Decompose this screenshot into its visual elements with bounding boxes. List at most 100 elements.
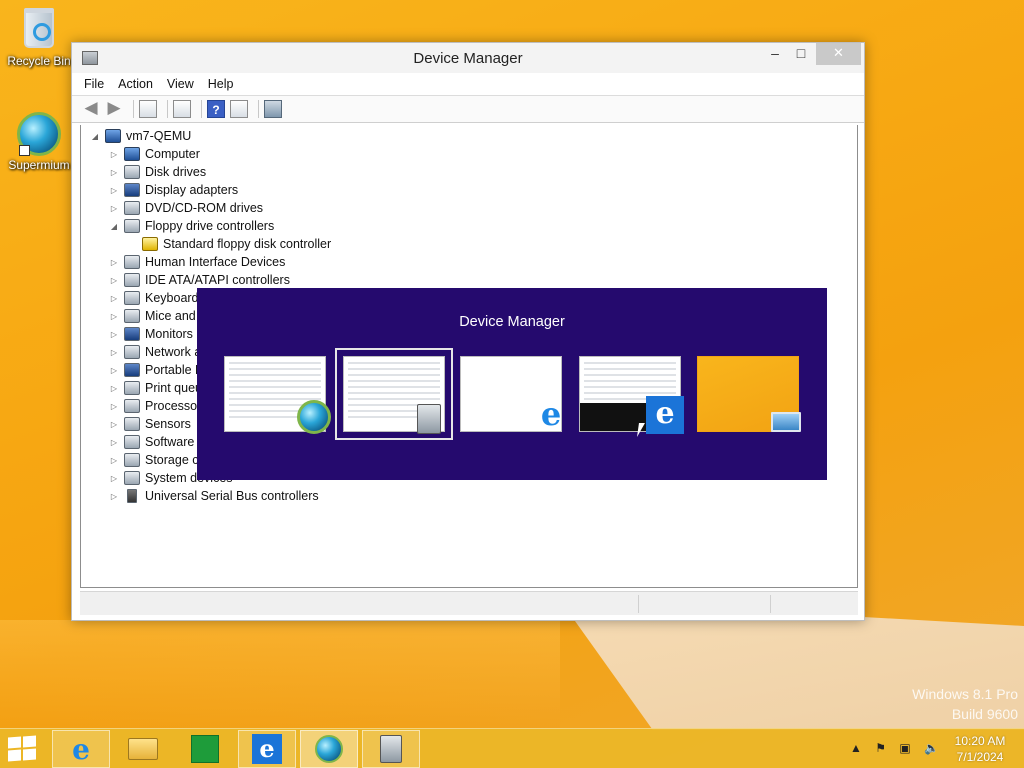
device-manager-icon [417, 404, 441, 434]
title-bar[interactable]: Device Manager – □ ✕ [72, 43, 864, 73]
action-pane-icon[interactable] [230, 100, 248, 118]
toolbar-separator [133, 100, 134, 118]
monitor-icon [124, 327, 140, 341]
back-arrow-icon[interactable]: ◀ [82, 99, 100, 118]
tree-item[interactable]: ▷ DVD/CD-ROM drives [108, 199, 263, 217]
taskbar-supermium[interactable] [300, 730, 358, 768]
tree-item-label: Software c [145, 435, 205, 449]
collapse-arrow-icon[interactable]: ◢ [108, 222, 120, 231]
internet-explorer-icon: e [540, 395, 562, 433]
taskbar-internet-explorer-2[interactable]: e [238, 730, 296, 768]
scan-hardware-changes-icon[interactable] [264, 100, 282, 118]
dvd-drive-icon [124, 201, 140, 215]
expand-arrow-icon[interactable]: ▷ [108, 420, 120, 429]
tree-item[interactable]: ▷ Disk drives [108, 163, 206, 181]
close-button[interactable]: ✕ [816, 43, 861, 65]
tree-item[interactable]: ◢ Floppy drive controllers [108, 217, 274, 235]
menu-help[interactable]: Help [208, 77, 234, 91]
action-center-flag-icon[interactable]: ⚑ [875, 741, 886, 755]
system-tray: ▲ ⚑ ▣ 🔈 [850, 741, 949, 755]
printer-icon [124, 381, 140, 395]
task-switcher-title: Device Manager [459, 314, 565, 330]
expand-arrow-icon[interactable]: ▷ [108, 492, 120, 501]
expand-arrow-icon[interactable]: ▷ [108, 150, 120, 159]
file-explorer-icon [128, 738, 158, 760]
tree-item[interactable]: ▷ Computer [108, 145, 200, 163]
menu-view[interactable]: View [167, 77, 194, 91]
disk-drive-icon [124, 165, 140, 179]
expand-arrow-icon[interactable]: ▷ [108, 402, 120, 411]
clock[interactable]: 10:20 AM 7/1/2024 [944, 733, 1016, 765]
help-icon[interactable]: ? [207, 100, 225, 118]
expand-arrow-icon[interactable]: ▷ [108, 438, 120, 447]
tree-item[interactable]: ▷ Storage co [108, 451, 205, 469]
taskbar-file-explorer[interactable] [114, 730, 172, 768]
tree-item[interactable]: ▷ Universal Serial Bus controllers [108, 487, 319, 505]
tree-item-label: Human Interface Devices [145, 255, 286, 269]
forward-arrow-icon[interactable]: ▶ [105, 99, 123, 118]
maximize-button[interactable]: □ [786, 43, 816, 65]
computer-icon [105, 129, 121, 143]
desktop-icon-supermium[interactable]: Supermium [4, 112, 74, 172]
expand-arrow-icon[interactable]: ▷ [108, 456, 120, 465]
sensor-icon [124, 417, 140, 431]
tree-item[interactable]: ▷ Display adapters [108, 181, 238, 199]
properties-icon[interactable] [173, 100, 191, 118]
internet-explorer-tile-icon: e [646, 396, 684, 434]
processor-icon [124, 399, 140, 413]
tree-item[interactable]: ▷ IDE ATA/ATAPI controllers [108, 271, 290, 289]
device-manager-icon [380, 735, 402, 763]
taskbar-store[interactable] [176, 730, 234, 768]
expand-arrow-icon[interactable]: ▷ [108, 474, 120, 483]
expand-arrow-icon[interactable]: ▷ [108, 276, 120, 285]
software-component-icon [124, 435, 140, 449]
windows-watermark: Windows 8.1 Pro Build 9600 [912, 684, 1018, 724]
tree-item[interactable]: ▷ Monitors [108, 325, 193, 343]
menu-file[interactable]: File [84, 77, 104, 91]
expand-arrow-icon[interactable]: ▷ [108, 330, 120, 339]
expand-arrow-icon[interactable]: ▷ [108, 258, 120, 267]
clock-time: 10:20 AM [954, 734, 1006, 748]
taskbar-internet-explorer[interactable]: e [52, 730, 110, 768]
volume-muted-icon[interactable]: 🔈 [924, 741, 939, 755]
tree-item[interactable]: ▷ Software c [108, 433, 204, 451]
tree-item-label: Network a [145, 345, 202, 359]
system-device-icon [124, 471, 140, 485]
show-hide-console-tree-icon[interactable] [139, 100, 157, 118]
mouse-cursor [637, 423, 645, 437]
expand-arrow-icon[interactable]: ▷ [108, 204, 120, 213]
storage-controller-icon [124, 453, 140, 467]
show-hidden-icons-icon[interactable]: ▲ [850, 741, 862, 755]
expand-arrow-icon[interactable]: ▷ [108, 348, 120, 357]
tree-item[interactable]: ▷ Human Interface Devices [108, 253, 285, 271]
tree-item[interactable]: ▷ Processors [108, 397, 208, 415]
expand-arrow-icon[interactable]: ▷ [108, 186, 120, 195]
tree-child-item[interactable]: Standard floppy disk controller [142, 235, 331, 253]
store-icon [191, 735, 219, 763]
tree-item[interactable]: ▷ Print queu [108, 379, 202, 397]
menu-action[interactable]: Action [118, 77, 153, 91]
expand-arrow-icon[interactable]: ▷ [108, 294, 120, 303]
expand-arrow-icon[interactable]: ▷ [108, 366, 120, 375]
network-icon[interactable]: ▣ [899, 741, 910, 755]
collapse-arrow-icon[interactable]: ◢ [89, 132, 101, 141]
internet-explorer-icon: e [72, 732, 90, 766]
mouse-icon [124, 309, 140, 323]
desktop-icon [771, 412, 801, 432]
tree-item-label: Keyboards [145, 291, 205, 305]
desktop-icon-recycle-bin[interactable]: Recycle Bin [4, 8, 74, 68]
taskbar-device-manager[interactable] [362, 730, 420, 768]
start-button[interactable] [8, 735, 38, 762]
tree-item[interactable]: ▷ Mice and o [108, 307, 206, 325]
tree-item[interactable]: ▷ Network a [108, 343, 201, 361]
tree-item[interactable]: ▷ Keyboards [108, 289, 205, 307]
expand-arrow-icon[interactable]: ▷ [108, 168, 120, 177]
tree-item-label: IDE ATA/ATAPI controllers [145, 273, 290, 287]
expand-arrow-icon[interactable]: ▷ [108, 312, 120, 321]
network-adapter-icon [124, 345, 140, 359]
tree-item[interactable]: ▷ Sensors [108, 415, 191, 433]
tree-item[interactable]: ▷ Portable D [108, 361, 204, 379]
tree-root[interactable]: ◢ vm7-QEMU [89, 127, 191, 145]
internet-explorer-icon: e [252, 734, 282, 764]
expand-arrow-icon[interactable]: ▷ [108, 384, 120, 393]
